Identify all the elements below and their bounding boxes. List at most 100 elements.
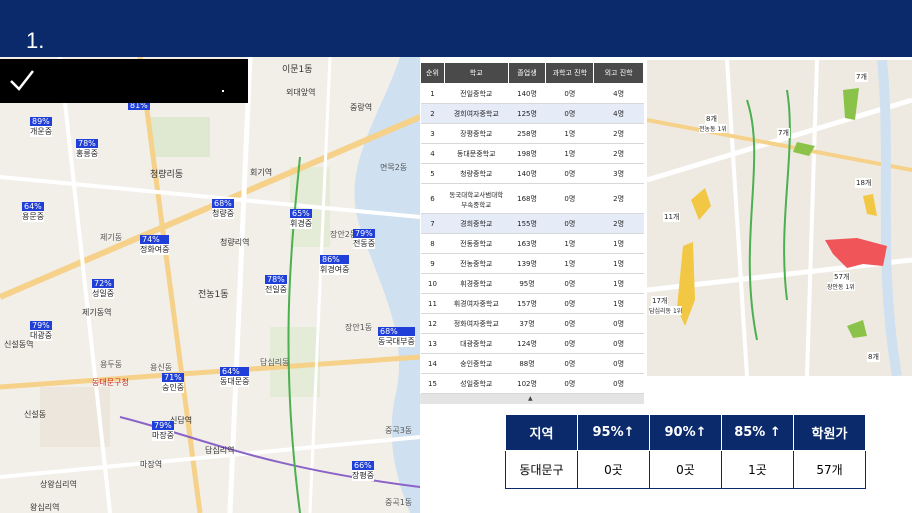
table-cell-foreign: 1명 — [593, 233, 644, 254]
summary-col-header: 학원가 — [793, 414, 866, 451]
place-label: 답십리역 — [205, 446, 235, 455]
sub-label: 전농동 1위 — [699, 124, 727, 133]
pin-percent: 66% — [352, 461, 375, 470]
table-cell-foreign: 2명 — [593, 123, 644, 144]
ranking-table: 순위 학교 졸업생 과학고 진학 외고 진학 1 전일중학교 140명 0명 4명 2 경희… — [420, 62, 644, 394]
place-label: 중곡3동 — [385, 426, 413, 435]
pin-percent: 64% — [22, 202, 45, 211]
table-cell-rank: 12 — [420, 313, 445, 334]
table-cell-foreign: 2명 — [593, 213, 644, 234]
table-cell-grads: 140명 — [508, 163, 546, 184]
count-label: 7개 — [777, 128, 790, 138]
table-cell-rank: 1 — [420, 83, 445, 104]
summary-row: 동대문구 0곳 0곳 1곳 57개 — [505, 450, 866, 489]
school-pin[interactable]: 79% 대광중 — [30, 321, 53, 341]
table-cell-sci: 0명 — [545, 293, 594, 314]
table-cell-foreign: 4명 — [593, 103, 644, 124]
place-label: 제기동역 — [82, 308, 112, 317]
place-label: 왕십리역 — [30, 503, 60, 512]
table-cell-grads: 198명 — [508, 143, 546, 164]
place-label: 청량리동 — [150, 170, 184, 180]
school-pin[interactable]: 79% 마장중 — [152, 421, 175, 441]
school-pin[interactable]: 78% 홍릉중 — [76, 139, 99, 159]
pin-percent: 86% — [320, 255, 350, 264]
table-cell-rank: 11 — [420, 293, 445, 314]
summary-col-header: 95%↑ — [577, 414, 650, 451]
sub-label: 장안동 1위 — [827, 282, 855, 291]
school-pin[interactable]: 78% 전일중 — [265, 275, 288, 295]
scroll-up-icon[interactable]: ▲ — [528, 395, 533, 402]
pin-percent: 72% — [92, 279, 115, 288]
table-scroll-bar[interactable]: ▲ — [420, 394, 644, 404]
table-cell-sci: 0명 — [545, 273, 594, 294]
table-cell-sci: 1명 — [545, 143, 594, 164]
school-pin[interactable]: 66% 장평중 — [352, 461, 375, 481]
table-cell-rank: 14 — [420, 353, 445, 374]
pin-percent: 74% — [140, 235, 170, 244]
table-cell-school: 휘경여자중학교 — [444, 293, 509, 314]
table-row: 7 경희중학교 155명 0명 2명 — [420, 213, 644, 234]
place-label: 답십리동 — [260, 358, 290, 367]
school-pin[interactable]: 71% 숭인중 — [162, 373, 185, 393]
summary-cell: 0곳 — [649, 450, 722, 489]
school-pin[interactable]: 64% 동대문중 — [220, 367, 250, 387]
table-cell-school: 동대문중학교 — [444, 143, 509, 164]
school-pin[interactable]: 64% 용문중 — [22, 202, 45, 222]
table-cell-foreign: 1명 — [593, 273, 644, 294]
table-cell-rank: 2 — [420, 103, 445, 124]
pin-school: 전동중 — [353, 238, 376, 249]
school-pin[interactable]: 79% 전동중 — [353, 229, 376, 249]
col-header: 학교 — [443, 62, 509, 84]
pin-school: 장평중 — [352, 470, 375, 481]
place-label: 전농1동 — [198, 290, 229, 300]
summary-cell: 1곳 — [721, 450, 794, 489]
table-cell-sci: 1명 — [545, 233, 594, 254]
academy-map[interactable]: 7개 8개 전농동 1위 7개 18개 11개 57개 장안동 1위 17개 답… — [647, 60, 912, 376]
table-row: 5 청량중학교 140명 0명 3명 — [420, 163, 644, 184]
slide-header: 1. — [0, 0, 912, 57]
table-cell-sci: 0명 — [545, 373, 594, 394]
table-cell-school: 전농중학교 — [444, 253, 509, 274]
table-cell-school: 숭인중학교 — [444, 353, 509, 374]
table-cell-grads: 125명 — [508, 103, 546, 124]
pin-school: 마장중 — [152, 430, 175, 441]
pin-school: 숭인중 — [162, 382, 185, 393]
table-cell-school: 전일중학교 — [444, 83, 509, 104]
school-pin[interactable]: 68% 동국대부중 — [378, 327, 415, 347]
summary-cell: 57개 — [793, 450, 866, 489]
summary-table: 지역 95%↑ 90%↑ 85% ↑ 학원가 동대문구 0곳 0곳 1곳 57개 — [505, 414, 866, 489]
table-row: 4 동대문중학교 198명 1명 2명 — [420, 143, 644, 164]
school-pin[interactable]: 89% 개운중 — [30, 117, 53, 137]
place-label: 신설동 — [24, 410, 47, 419]
table-cell-rank: 13 — [420, 333, 445, 354]
pin-percent: 68% — [378, 327, 415, 336]
count-label: 7개 — [855, 72, 868, 82]
pin-percent: 71% — [162, 373, 185, 382]
checklist-banner — [0, 59, 248, 103]
table-cell-grads: 168명 — [508, 183, 546, 214]
school-pin[interactable]: 68% 청량중 — [212, 199, 235, 219]
pin-school: 정화여중 — [140, 244, 170, 255]
table-row: 6 동국대학교사범대학부속중학교 168명 0명 2명 — [420, 183, 644, 214]
school-pin[interactable]: 65% 휘경중 — [290, 209, 313, 229]
school-pin[interactable]: 74% 정화여중 — [140, 235, 170, 255]
summary-cell: 0곳 — [577, 450, 650, 489]
table-cell-rank: 8 — [420, 233, 445, 254]
table-cell-sci: 0명 — [545, 353, 594, 374]
summary-col-header: 90%↑ — [649, 414, 722, 451]
pin-percent: 79% — [353, 229, 376, 238]
school-map[interactable]: 이문1동 외대앞역 회기역 청량리동 중랑역 면목2동 제기동 전농1동 제기동… — [0, 57, 420, 513]
table-cell-school: 경희중학교 — [444, 213, 509, 234]
table-cell-foreign: 1명 — [593, 253, 644, 274]
table-cell-grads: 258명 — [508, 123, 546, 144]
place-label: 중곡1동 — [385, 498, 413, 507]
col-header: 외고 진학 — [593, 62, 644, 84]
table-cell-foreign: 0명 — [593, 313, 644, 334]
pin-percent: 64% — [220, 367, 250, 376]
table-row: 1 전일중학교 140명 0명 4명 — [420, 83, 644, 104]
table-row: 8 전동중학교 163명 1명 1명 — [420, 233, 644, 254]
school-pin[interactable]: 72% 성일중 — [92, 279, 115, 299]
table-row: 14 숭인중학교 88명 0명 0명 — [420, 353, 644, 374]
table-cell-grads: 95명 — [508, 273, 546, 294]
school-pin[interactable]: 86% 휘경여중 — [320, 255, 350, 275]
